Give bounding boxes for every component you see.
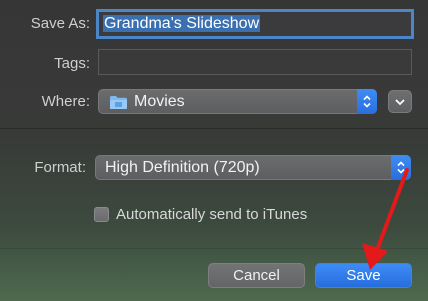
save-as-value: Grandma's Slideshow [103,15,261,32]
buttons-divider [0,248,428,249]
format-popup[interactable]: High Definition (720p) [95,155,411,180]
itunes-label: Automatically send to iTunes [116,206,308,223]
where-value: Movies [134,93,185,110]
format-value: High Definition (720p) [105,159,260,176]
where-chevron-box [357,89,377,114]
expand-location-button[interactable] [388,90,412,113]
save-button[interactable]: Save [315,263,412,288]
red-arrow-annotation [362,168,409,270]
tags-field[interactable] [98,49,412,75]
format-chevron-box [391,155,411,180]
format-label: Format: [34,159,86,176]
cancel-button[interactable]: Cancel [208,263,305,288]
itunes-checkbox-row[interactable]: Automatically send to iTunes [94,206,307,223]
itunes-checkbox[interactable] [94,207,109,222]
up-down-chevron-icon [397,161,405,174]
save-as-field[interactable]: Grandma's Slideshow [96,9,414,39]
where-popup[interactable]: Movies [98,89,377,114]
section-divider [0,128,428,129]
arrow-shaft [375,168,409,252]
chevron-down-icon [395,98,405,105]
up-down-chevron-icon [363,95,371,108]
where-label: Where: [41,93,90,110]
save-as-label: Save As: [30,15,90,32]
tags-label: Tags: [54,55,90,72]
folder-icon [109,95,128,115]
